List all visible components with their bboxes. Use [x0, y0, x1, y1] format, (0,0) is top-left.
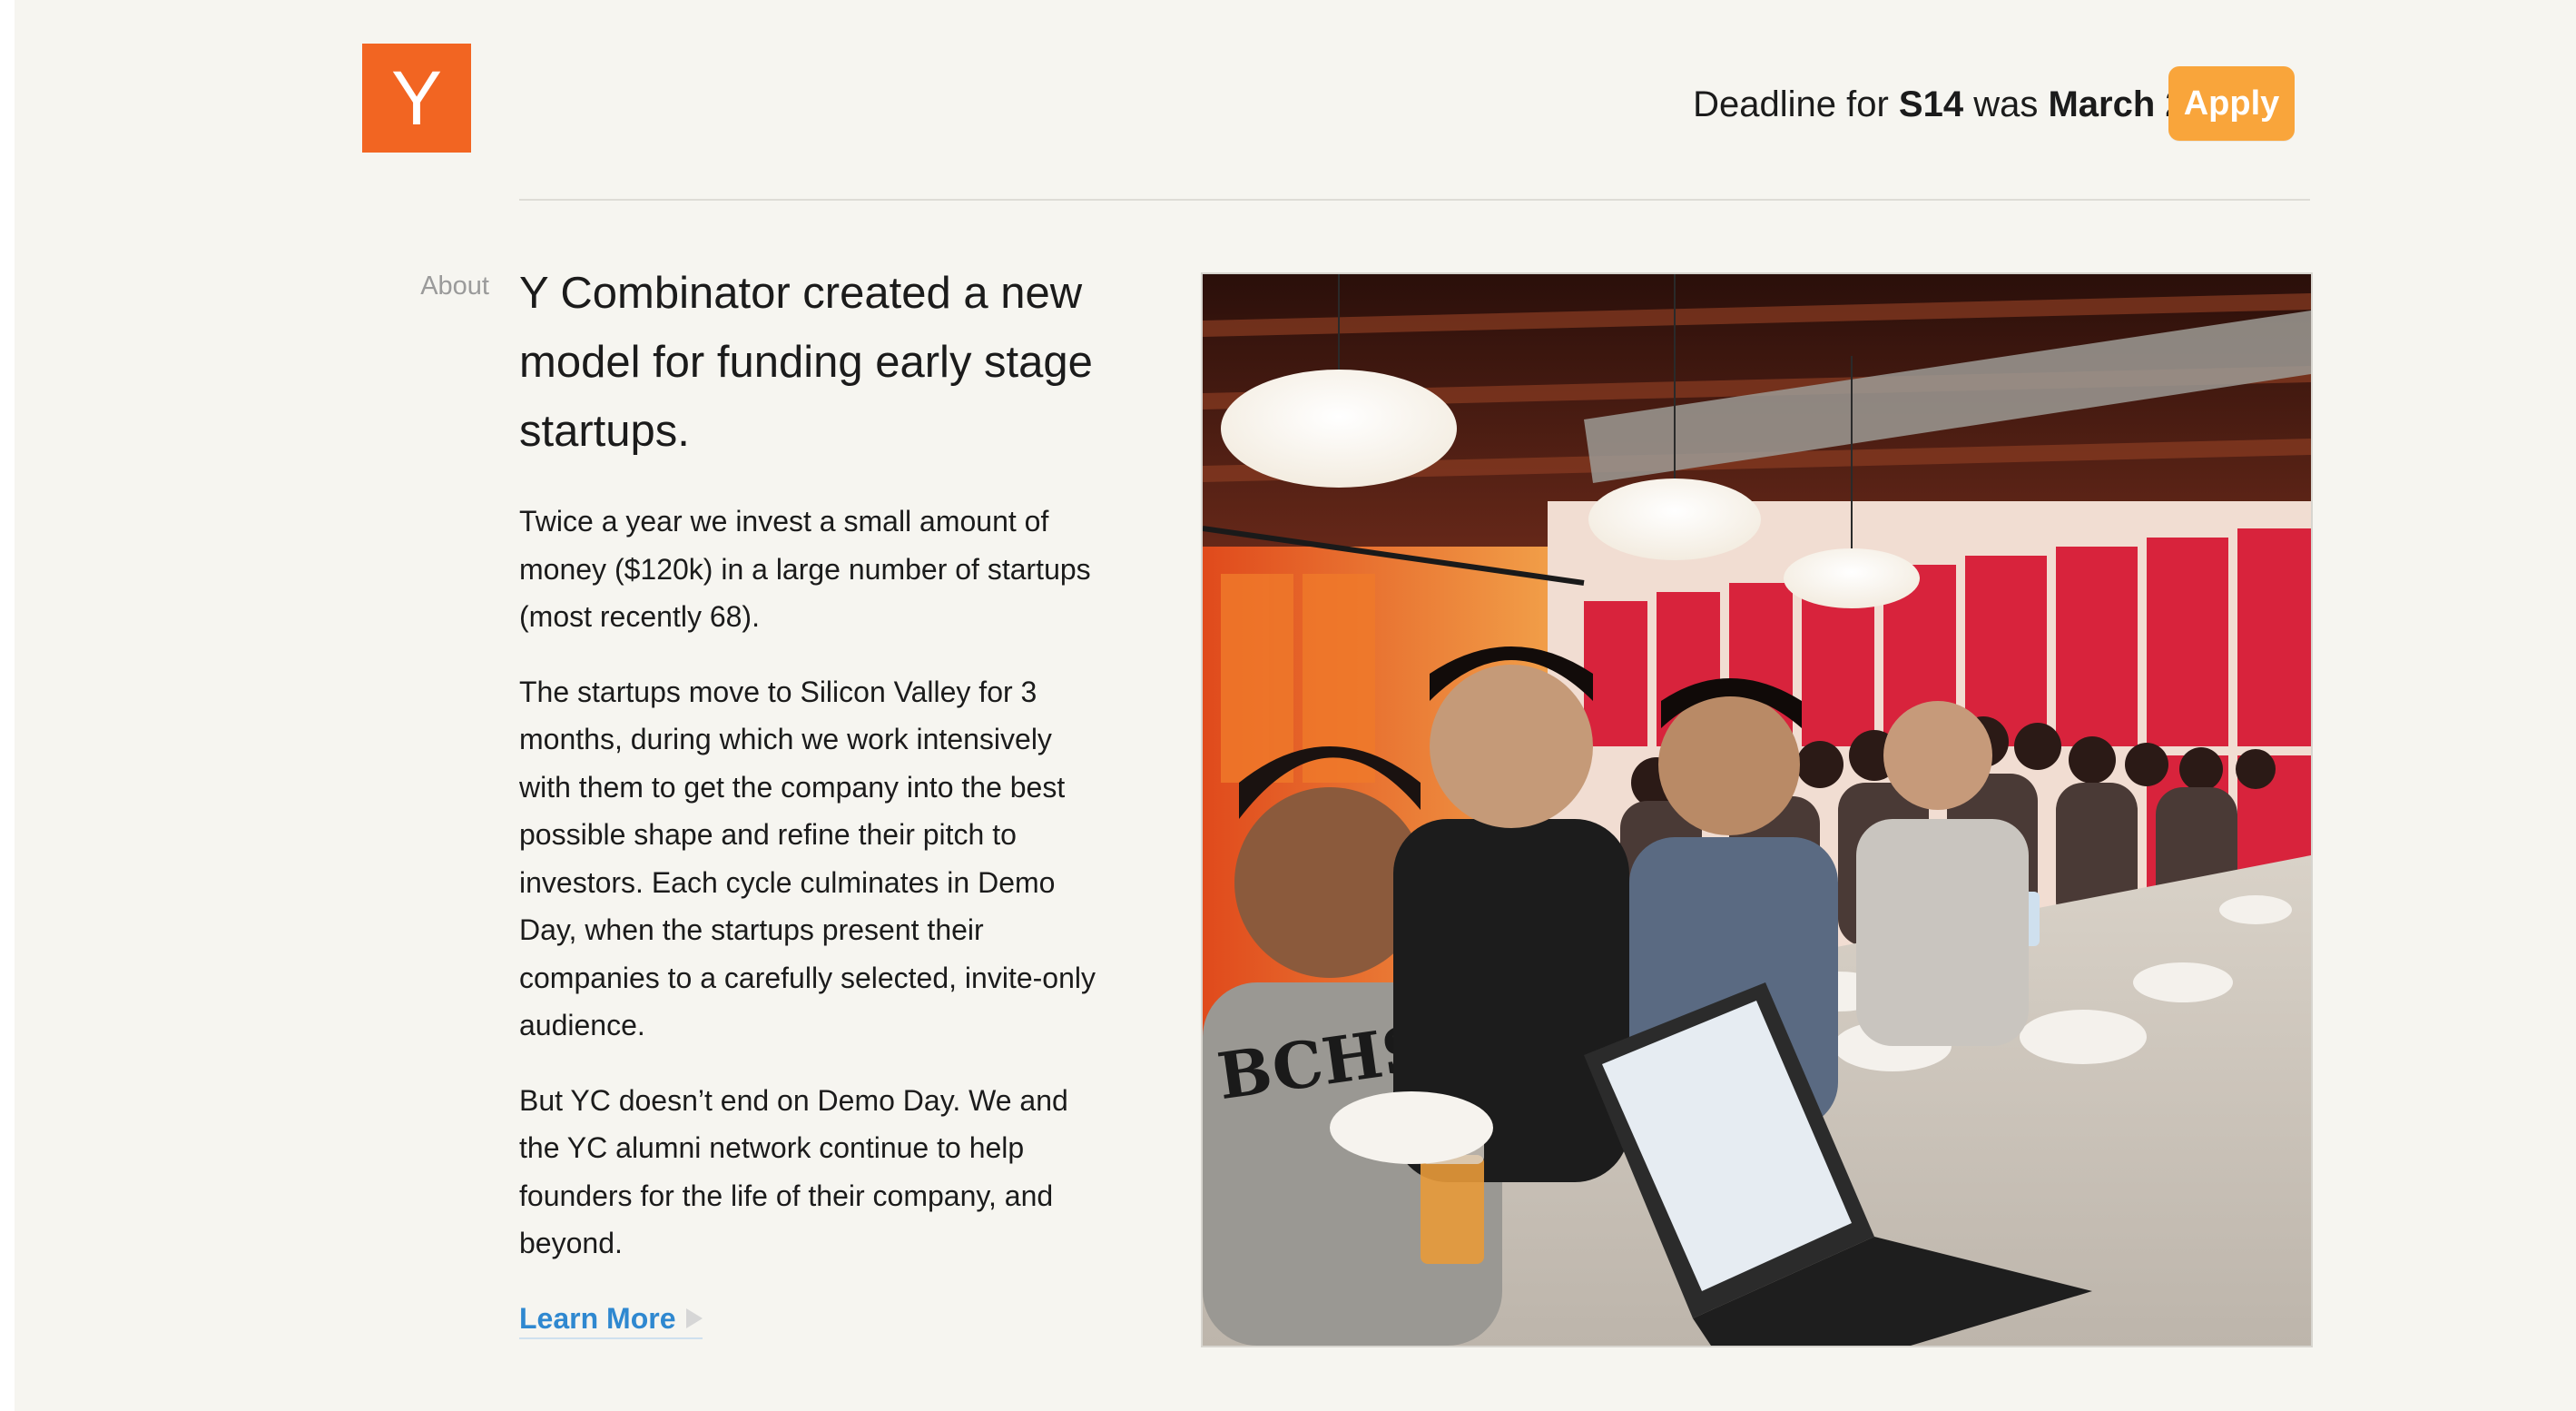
demo-day-photo: BCHS — [1201, 272, 2313, 1347]
about-headline: Y Combinator created a new model for fun… — [519, 269, 1093, 456]
page: Y Deadline for S14 was March 28 . Apply … — [15, 0, 2576, 1411]
deadline-prefix: Deadline for — [1693, 84, 1899, 124]
about-text-column: Y Combinator created a new model for fun… — [519, 259, 1109, 1339]
deadline-batch: S14 — [1898, 84, 1964, 124]
about-paragraph-3: But YC doesn’t end on Demo Day. We and t… — [519, 1083, 1068, 1260]
deadline-mid: was — [1963, 84, 2049, 124]
play-arrow-icon — [686, 1308, 703, 1328]
about-paragraph-2: The startups move to Silicon Valley for … — [519, 675, 1096, 1042]
learn-more-label: Learn More — [519, 1301, 676, 1335]
learn-more-link[interactable]: Learn More — [519, 1302, 703, 1339]
photo-illustration: BCHS — [1203, 274, 2311, 1346]
logo-letter: Y — [390, 55, 443, 141]
header-divider — [519, 199, 2310, 201]
deadline-notice: Deadline for S14 was March 28 . — [1693, 82, 2216, 127]
apply-button[interactable]: Apply — [2168, 66, 2295, 141]
apply-button-label: Apply — [2183, 84, 2280, 123]
yc-logo[interactable]: Y — [362, 44, 471, 153]
about-paragraph-1: Twice a year we invest a small amount of… — [519, 505, 1091, 633]
section-label: About — [420, 271, 489, 301]
